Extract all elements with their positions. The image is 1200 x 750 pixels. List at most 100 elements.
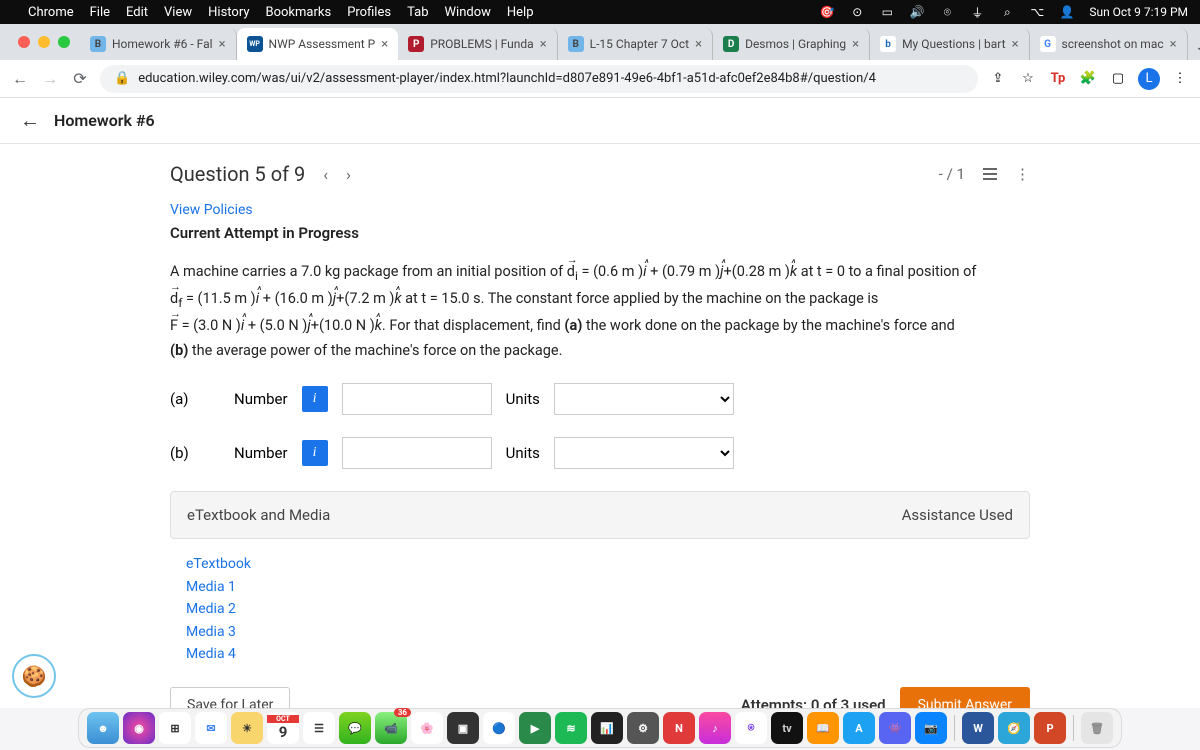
screen-icon[interactable]: ▶ bbox=[519, 712, 551, 744]
control-center-icon[interactable]: ⌥ bbox=[1029, 5, 1045, 19]
camera-icon[interactable]: 📷 bbox=[915, 712, 947, 744]
tab-problems[interactable]: P PROBLEMS | Funda × bbox=[398, 28, 557, 60]
answer-b-units-select[interactable] bbox=[554, 437, 734, 469]
more-icon[interactable]: ⋮ bbox=[1015, 165, 1030, 183]
word-icon[interactable]: W bbox=[962, 712, 994, 744]
close-tab-icon[interactable]: × bbox=[381, 37, 388, 52]
back-button[interactable]: ← bbox=[10, 69, 30, 89]
launchpad-icon[interactable]: ⊞ bbox=[159, 712, 191, 744]
safari-icon[interactable]: 🧭 bbox=[998, 712, 1030, 744]
address-bar[interactable]: 🔒 education.wiley.com/was/ui/v2/assessme… bbox=[100, 65, 978, 93]
back-arrow-icon[interactable]: ← bbox=[20, 108, 40, 133]
menu-profiles[interactable]: Profiles bbox=[347, 5, 391, 20]
stats-icon[interactable]: 📊 bbox=[591, 712, 623, 744]
clock[interactable]: Sun Oct 9 7:19 PM bbox=[1089, 5, 1188, 19]
appletv-icon[interactable]: tv bbox=[771, 712, 803, 744]
tab-nwp[interactable]: WP NWP Assessment P × bbox=[237, 28, 399, 60]
profile-icon[interactable]: L bbox=[1138, 68, 1160, 90]
appstore-icon[interactable]: A bbox=[843, 712, 875, 744]
siri-icon[interactable]: ◉ bbox=[123, 712, 155, 744]
status-icon[interactable]: 🎯 bbox=[819, 5, 835, 19]
menu-file[interactable]: File bbox=[90, 5, 110, 20]
media-2-link[interactable]: Media 2 bbox=[186, 598, 1014, 620]
forward-button[interactable]: → bbox=[40, 69, 60, 89]
extensions-icon[interactable]: 🧩 bbox=[1078, 69, 1098, 89]
battery-icon[interactable]: ▭ bbox=[879, 5, 895, 19]
list-icon[interactable] bbox=[983, 168, 997, 180]
menu-window[interactable]: Window bbox=[445, 5, 491, 20]
close-tab-icon[interactable]: × bbox=[219, 37, 226, 52]
close-tab-icon[interactable]: × bbox=[1170, 37, 1177, 52]
close-tab-icon[interactable]: × bbox=[695, 37, 702, 52]
photos-icon[interactable]: 🌸 bbox=[411, 712, 443, 744]
tab-desmos[interactable]: D Desmos | Graphing × bbox=[713, 28, 870, 60]
mail-icon[interactable]: ✉ bbox=[195, 712, 227, 744]
search-icon[interactable]: ⌕ bbox=[999, 5, 1015, 20]
menu-view[interactable]: View bbox=[164, 5, 192, 20]
app-n-icon[interactable]: N bbox=[663, 712, 695, 744]
answer-a-input[interactable] bbox=[342, 383, 492, 415]
menu-tab[interactable]: Tab bbox=[407, 5, 428, 20]
weather-icon[interactable]: ☀ bbox=[231, 712, 263, 744]
tab-title: L-15 Chapter 7 Oct bbox=[590, 37, 689, 51]
reminders-icon[interactable]: ☰ bbox=[303, 712, 335, 744]
window-icon[interactable]: ▢ bbox=[1108, 69, 1128, 89]
answer-b-input[interactable] bbox=[342, 437, 492, 469]
powerpoint-icon[interactable]: P bbox=[1034, 712, 1066, 744]
cookie-consent-icon[interactable]: 🍪 bbox=[12, 654, 56, 698]
gears-icon[interactable]: ⚙ bbox=[627, 712, 659, 744]
close-tab-icon[interactable]: × bbox=[540, 37, 547, 52]
reload-button[interactable]: ⟳ bbox=[70, 69, 90, 88]
wifi-icon[interactable]: ⏚ bbox=[969, 4, 985, 21]
volume-icon[interactable]: 🔊 bbox=[909, 5, 925, 19]
share-icon[interactable]: ⇪ bbox=[988, 69, 1008, 89]
menu-history[interactable]: History bbox=[208, 5, 249, 20]
spotify-icon[interactable]: ≋ bbox=[555, 712, 587, 744]
tab-homework[interactable]: B Homework #6 - Fal × bbox=[80, 28, 237, 60]
books-icon[interactable]: 📖 bbox=[807, 712, 839, 744]
user-icon[interactable]: 👤 bbox=[1059, 5, 1075, 19]
trash-icon[interactable]: 🗑 bbox=[1081, 712, 1113, 744]
tab-bartleby[interactable]: b My Questions | bart × bbox=[870, 28, 1029, 60]
minimize-window-button[interactable] bbox=[38, 36, 50, 48]
menu-help[interactable]: Help bbox=[507, 5, 534, 20]
answer-a-units-select[interactable] bbox=[554, 383, 734, 415]
close-tab-icon[interactable]: × bbox=[852, 37, 859, 52]
view-policies-link[interactable]: View Policies bbox=[170, 202, 1030, 218]
calendar-icon[interactable]: OCT9 bbox=[267, 712, 299, 744]
menu-bookmarks[interactable]: Bookmarks bbox=[266, 5, 332, 20]
media-1-link[interactable]: Media 1 bbox=[186, 576, 1014, 598]
discord-icon[interactable]: 👾 bbox=[879, 712, 911, 744]
etextbook-link[interactable]: eTextbook bbox=[186, 553, 1014, 575]
dock-separator bbox=[1073, 715, 1074, 741]
tab-l15[interactable]: B L-15 Chapter 7 Oct × bbox=[558, 28, 713, 60]
finder-icon[interactable]: ☻ bbox=[87, 712, 119, 744]
maximize-window-button[interactable] bbox=[58, 36, 70, 48]
close-tab-icon[interactable]: × bbox=[1012, 37, 1019, 52]
facetime-icon[interactable]: 📹36 bbox=[375, 712, 407, 744]
prev-question-button[interactable]: ‹ bbox=[323, 165, 328, 184]
menu-edit[interactable]: Edit bbox=[126, 5, 148, 20]
new-tab-button[interactable]: + bbox=[1188, 39, 1200, 60]
music-icon[interactable]: ♪ bbox=[699, 712, 731, 744]
menu-icon[interactable]: ⋮ bbox=[1170, 69, 1190, 89]
close-window-button[interactable] bbox=[18, 36, 30, 48]
messages-icon[interactable]: 💬 bbox=[339, 712, 371, 744]
submit-answer-button[interactable]: Submit Answer bbox=[900, 687, 1030, 708]
media-4-link[interactable]: Media 4 bbox=[186, 643, 1014, 665]
info-button[interactable]: i bbox=[302, 386, 328, 412]
etextbook-header[interactable]: eTextbook and Media Assistance Used bbox=[170, 491, 1030, 539]
bluetooth-icon[interactable]: ⌾ bbox=[939, 5, 955, 20]
menu-app[interactable]: Chrome bbox=[28, 5, 74, 20]
info-button[interactable]: i bbox=[302, 440, 328, 466]
chrome-icon[interactable]: 🔵 bbox=[483, 712, 515, 744]
media-3-link[interactable]: Media 3 bbox=[186, 621, 1014, 643]
podcast-icon[interactable]: ⍟ bbox=[735, 712, 767, 744]
record-icon[interactable]: ⊙ bbox=[849, 5, 865, 19]
save-for-later-button[interactable]: Save for Later bbox=[170, 687, 290, 708]
tab-google[interactable]: G screenshot on mac × bbox=[1030, 28, 1188, 60]
extension-tp-icon[interactable]: Tp bbox=[1048, 69, 1068, 89]
bookmark-icon[interactable]: ☆ bbox=[1018, 69, 1038, 89]
terminal-icon[interactable]: ▣ bbox=[447, 712, 479, 744]
next-question-button[interactable]: › bbox=[346, 165, 351, 184]
